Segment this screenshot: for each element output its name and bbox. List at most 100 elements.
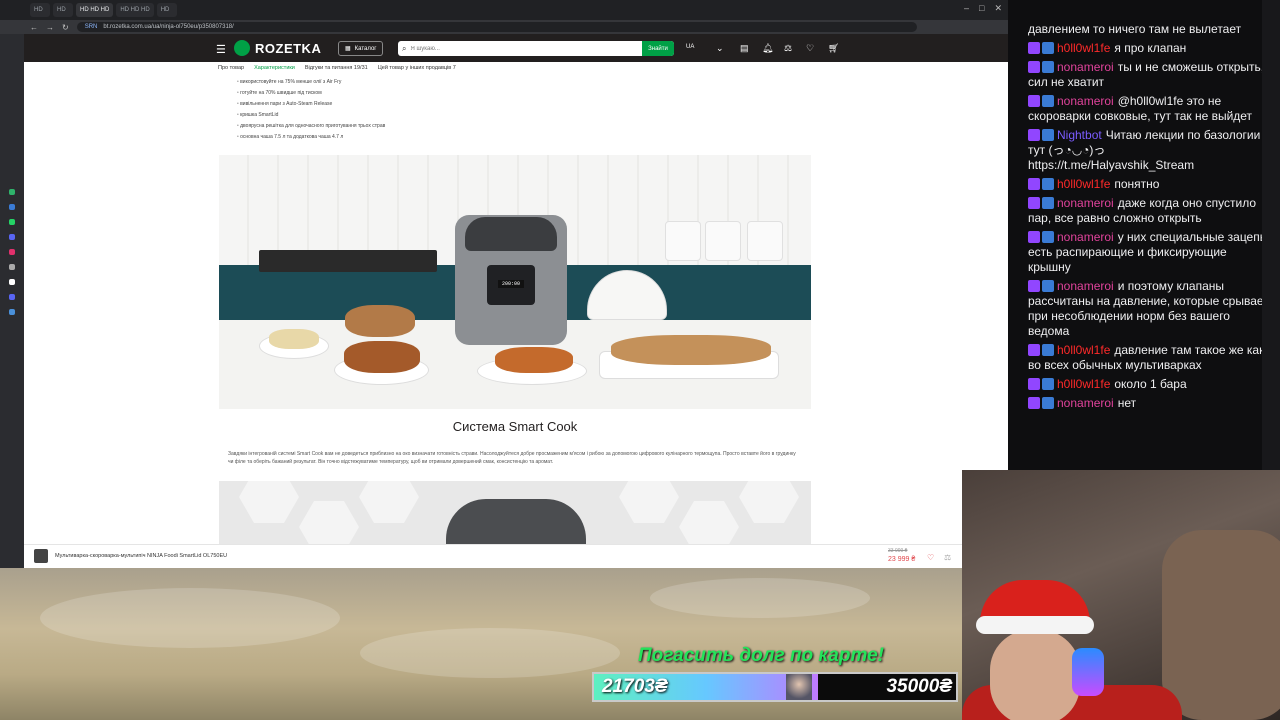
- chat-username[interactable]: nonameroi: [1057, 230, 1114, 244]
- search-input[interactable]: [410, 45, 637, 52]
- sub-badge-icon: [1042, 231, 1054, 243]
- chat-username[interactable]: Nightbot: [1057, 128, 1102, 142]
- image-food: [344, 341, 420, 373]
- subscriber-badge-icon: [1028, 61, 1040, 73]
- image-cooker: [446, 499, 586, 544]
- tab-reviews[interactable]: Відгуки та питання 19/31: [305, 65, 368, 71]
- browser-window: HD HD HD HD HD HD HD HD HD – □ ✕ ← → ↻ S…: [0, 0, 1008, 568]
- donation-progress-bar: 21703₴ 35000₴: [592, 672, 958, 702]
- reload-icon[interactable]: ↻: [62, 23, 69, 32]
- feature-item: готуйте на 70% швидше під тиском: [237, 88, 385, 99]
- app-icon[interactable]: [9, 249, 15, 255]
- badge-group: [1028, 178, 1054, 190]
- badge-group: [1028, 197, 1054, 209]
- chat-username[interactable]: nonameroi: [1057, 396, 1114, 410]
- browser-tab-active[interactable]: HD HD HD: [76, 3, 114, 17]
- image-tile: [239, 481, 299, 523]
- chat-text: нет: [1117, 396, 1137, 410]
- chat-username[interactable]: nonameroi: [1057, 60, 1114, 74]
- image-tile: [619, 481, 679, 523]
- section-text: Завдяки інтегрованій системі Smart Cook …: [228, 451, 796, 465]
- browser-tab[interactable]: HD: [30, 3, 50, 17]
- product-image-2: [219, 481, 811, 544]
- app-icon[interactable]: [9, 279, 15, 285]
- app-icon[interactable]: [9, 234, 15, 240]
- app-icon[interactable]: [9, 189, 15, 195]
- chat-scrollbar[interactable]: [1262, 0, 1280, 470]
- minimize-icon[interactable]: –: [964, 3, 969, 14]
- maximize-icon[interactable]: □: [979, 3, 984, 14]
- image-food: [495, 347, 573, 373]
- feature-item: використовуйте на 75% менше олії з Air F…: [237, 77, 385, 88]
- browser-tab[interactable]: HD: [156, 3, 177, 17]
- browser-tab[interactable]: HD: [53, 3, 73, 17]
- chevron-down-icon[interactable]: ⌄: [716, 43, 724, 54]
- compare-icon[interactable]: ⚖: [944, 553, 951, 562]
- tab-other-sellers[interactable]: Цей товар у інших продавців 7: [378, 65, 456, 71]
- chat-username[interactable]: h0ll0wl1fe: [1057, 377, 1110, 391]
- chat-message-list: h0ll0wl1fe я про клапан nonameroi ты и не с…: [1028, 41, 1272, 411]
- chat-username[interactable]: h0ll0wl1fe: [1057, 41, 1110, 55]
- chat-message: nonameroi и поэтому клапаны рассчитаны на…: [1028, 279, 1272, 339]
- chat-username[interactable]: nonameroi: [1057, 94, 1114, 108]
- forward-icon[interactable]: →: [46, 23, 54, 32]
- browser-tab[interactable]: HD HD HD: [116, 3, 154, 17]
- app-icon[interactable]: [9, 204, 15, 210]
- chat-username[interactable]: h0ll0wl1fe: [1057, 177, 1110, 191]
- app-icon[interactable]: [9, 294, 15, 300]
- image-jar: [747, 221, 783, 261]
- badge-group: [1028, 61, 1054, 73]
- chat-message: nonameroi даже когда оно спустило пар, вс…: [1028, 196, 1272, 226]
- logo[interactable]: ROZETKA: [234, 40, 321, 56]
- menu-icon[interactable]: ☰: [216, 43, 226, 56]
- compare-icon[interactable]: ⚖: [784, 43, 792, 54]
- stream-screen: HD HD HD HD HD HD HD HD HD – □ ✕ ← → ↻ S…: [0, 0, 1280, 720]
- image-cooker-screen: 200:00: [498, 280, 524, 288]
- image-jar: [705, 221, 741, 261]
- image-cooker-lid: [465, 217, 557, 251]
- close-icon[interactable]: ✕: [994, 3, 1002, 14]
- chat-message: Nightbot Читаю лекции по базологии тут (っ…: [1028, 128, 1272, 173]
- bell-icon[interactable]: 🔔︎: [762, 43, 773, 54]
- tab-strip: HD HD HD HD HD HD HD HD HD – □ ✕: [0, 0, 1008, 20]
- url-field[interactable]: SRN bt.rozetka.com.ua/ua/ninja-ol750eu/p…: [76, 22, 917, 32]
- chat-message: h0ll0wl1fe около 1 бара: [1028, 377, 1272, 392]
- subscriber-badge-icon: [1028, 378, 1040, 390]
- orders-icon[interactable]: ▤: [740, 43, 749, 54]
- badge-group: [1028, 344, 1054, 356]
- subscriber-badge-icon: [1028, 280, 1040, 292]
- heart-icon[interactable]: ♡: [927, 553, 934, 562]
- back-icon[interactable]: ←: [30, 23, 38, 32]
- catalog-button[interactable]: ▦ Каталог: [338, 41, 384, 56]
- product-image: 200:00: [219, 155, 811, 409]
- tab-characteristics[interactable]: Характеристики: [254, 65, 295, 71]
- chat-text: около 1 бара: [1114, 377, 1187, 391]
- webcam-santa-hat-fur: [976, 616, 1094, 634]
- feature-item: основна чаша 7.5 л та додаткова чаша 4.7…: [237, 132, 385, 143]
- search-bar: ⌕ Знайти: [398, 41, 674, 56]
- language-switch[interactable]: UA: [686, 44, 694, 50]
- subscriber-badge-icon: [1028, 397, 1040, 409]
- image-tile: [679, 501, 739, 544]
- heart-icon[interactable]: ♡: [806, 43, 814, 54]
- overlay-texture: [650, 578, 870, 618]
- badge-group: [1028, 280, 1054, 292]
- tab-about[interactable]: Про товар: [218, 65, 244, 71]
- app-icon[interactable]: [9, 264, 15, 270]
- chat-username[interactable]: nonameroi: [1057, 196, 1114, 210]
- badge-group: [1028, 42, 1054, 54]
- feature-item: вивільнення пари з Auto-Steam Release: [237, 99, 385, 110]
- app-icon[interactable]: [9, 309, 15, 315]
- cart-icon[interactable]: 🛒︎: [828, 43, 839, 54]
- overlay-texture: [40, 588, 340, 648]
- logo-text: ROZETKA: [255, 40, 322, 56]
- feature-list: використовуйте на 75% менше олії з Air F…: [237, 77, 385, 143]
- badge-group: [1028, 95, 1054, 107]
- app-icon[interactable]: [9, 219, 15, 225]
- chat-username[interactable]: h0ll0wl1fe: [1057, 343, 1110, 357]
- image-food: [345, 305, 415, 337]
- chat-username[interactable]: nonameroi: [1057, 279, 1114, 293]
- subscriber-badge-icon: [1028, 197, 1040, 209]
- search-button[interactable]: Знайти: [642, 41, 674, 56]
- logo-icon: [234, 40, 250, 56]
